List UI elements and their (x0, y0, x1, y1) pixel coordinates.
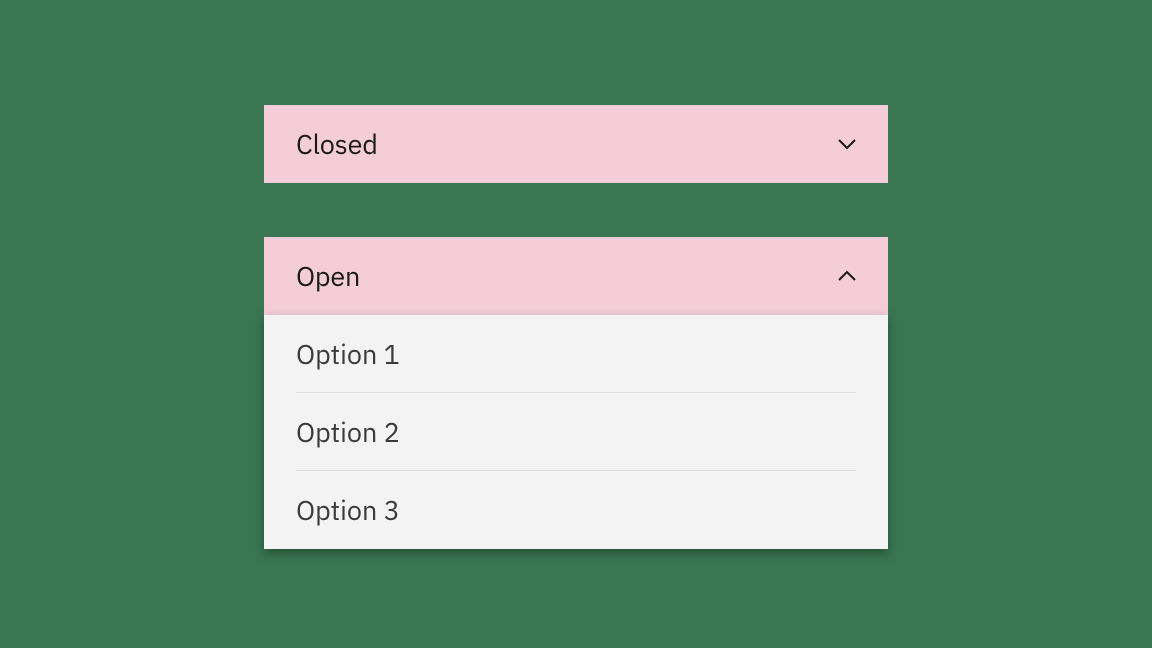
dropdown-option-label: Option 3 (296, 493, 400, 528)
dropdown-open-header[interactable]: Open (264, 237, 888, 315)
chevron-down-icon (834, 131, 860, 157)
dropdown-menu: Option 1 Option 2 Option 3 (264, 315, 888, 549)
dropdown-closed-header[interactable]: Closed (264, 105, 888, 183)
dropdown-closed: Closed (264, 105, 888, 183)
dropdown-option-label: Option 1 (296, 337, 400, 372)
dropdown-open: Open Option 1 Option 2 Option 3 (264, 237, 888, 549)
dropdown-option[interactable]: Option 2 (264, 393, 888, 471)
dropdown-option[interactable]: Option 3 (264, 471, 888, 549)
dropdown-option[interactable]: Option 1 (264, 315, 888, 393)
dropdown-option-label: Option 2 (296, 415, 400, 450)
chevron-up-icon (834, 263, 860, 289)
dropdown-closed-label: Closed (296, 127, 378, 162)
dropdown-open-label: Open (296, 259, 360, 294)
